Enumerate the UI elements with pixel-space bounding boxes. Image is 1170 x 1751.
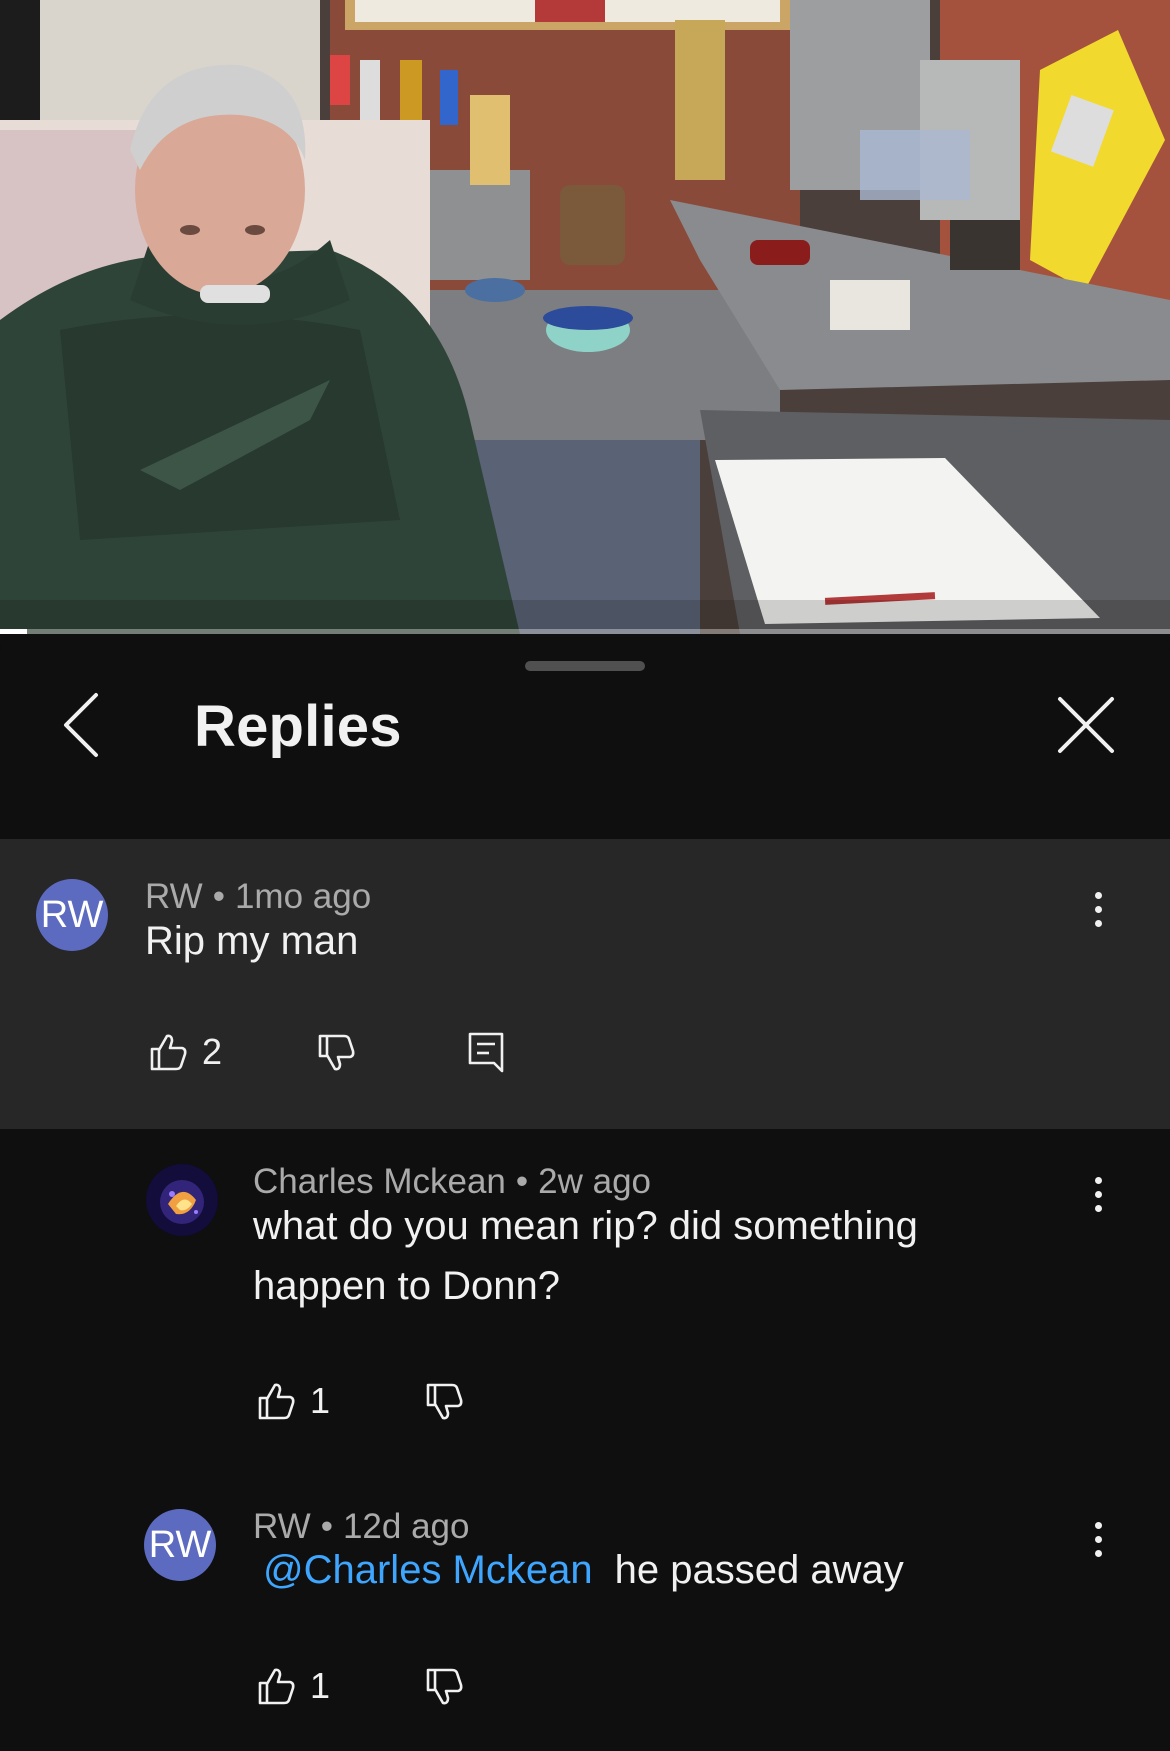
- comment-text: what do you mean rip? did something happ…: [253, 1196, 918, 1316]
- like-count: 1: [310, 1380, 331, 1421]
- thumb-down-icon: [426, 1383, 463, 1420]
- more-vert-icon: [1094, 1521, 1102, 1529]
- avatar-image: [146, 1164, 218, 1236]
- close-button[interactable]: [1050, 689, 1122, 761]
- panel-title: Replies: [194, 694, 402, 759]
- close-icon: [1058, 697, 1114, 753]
- dislike-button[interactable]: [424, 1382, 464, 1422]
- thumb-up-icon: [258, 1668, 295, 1705]
- replies-header: Replies: [0, 634, 1170, 789]
- avatar[interactable]: RW: [144, 1509, 216, 1581]
- reply-button[interactable]: [466, 1031, 506, 1075]
- comment-more-button[interactable]: [1080, 881, 1116, 937]
- dislike-button[interactable]: [424, 1667, 464, 1707]
- comment-text-line: what do you mean rip? did something: [253, 1204, 918, 1248]
- more-vert-icon: [1094, 1176, 1102, 1184]
- comment-more-button[interactable]: [1080, 1166, 1116, 1222]
- replies-panel: Replies RW RW • 1mo ago Rip my man 2 Cha…: [0, 634, 1170, 1751]
- dislike-button[interactable]: [316, 1033, 356, 1073]
- avatar[interactable]: [146, 1164, 218, 1236]
- more-vert-icon: [1094, 891, 1102, 899]
- thumb-down-icon: [318, 1034, 355, 1071]
- like-button[interactable]: 1: [256, 1665, 330, 1707]
- comment-text: @Charles Mckean he passed away: [263, 1540, 904, 1600]
- comment-more-button[interactable]: [1080, 1511, 1116, 1567]
- comment-text-line: happen to Donn?: [253, 1264, 560, 1308]
- like-button[interactable]: 1: [256, 1380, 330, 1422]
- back-button[interactable]: [56, 689, 112, 761]
- comment-text-body: he passed away: [614, 1548, 904, 1592]
- like-count: 2: [202, 1031, 223, 1072]
- mention-link[interactable]: @Charles Mckean: [263, 1548, 593, 1592]
- avatar[interactable]: RW: [36, 879, 108, 951]
- video-frame: [0, 0, 1170, 634]
- like-count: 1: [310, 1665, 331, 1706]
- like-button[interactable]: 2: [148, 1031, 222, 1073]
- thumb-down-icon: [426, 1668, 463, 1705]
- comment-reply-icon: [468, 1032, 504, 1073]
- thumb-up-icon: [258, 1383, 295, 1420]
- comment-text: Rip my man: [145, 919, 359, 963]
- video-player[interactable]: [0, 0, 1170, 634]
- chevron-left-icon: [64, 693, 98, 757]
- parent-comment: RW RW • 1mo ago Rip my man 2: [0, 839, 1170, 1129]
- thumb-up-icon: [150, 1034, 187, 1071]
